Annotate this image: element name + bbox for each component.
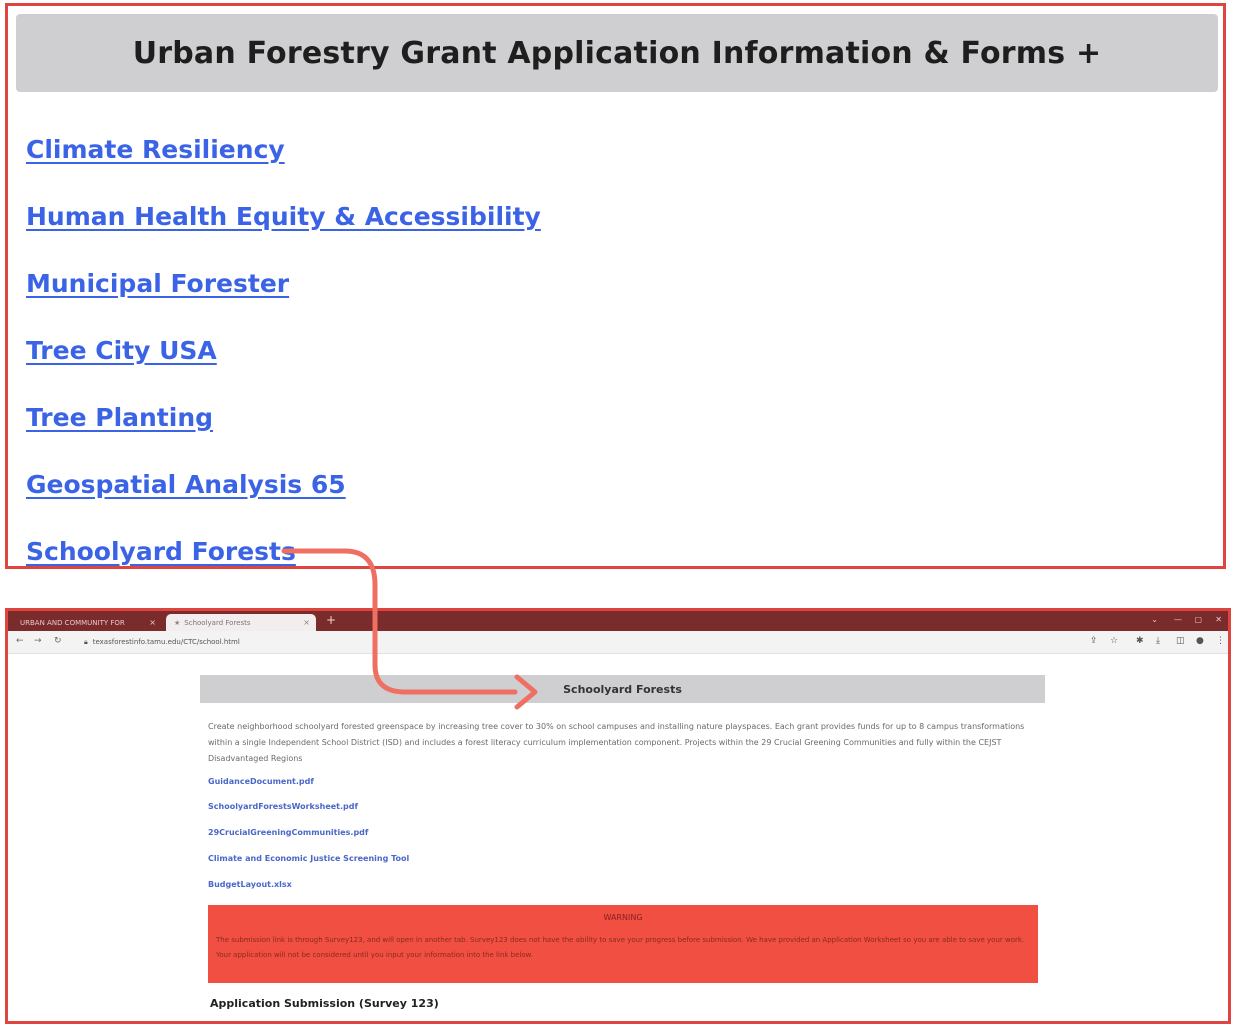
avatar[interactable]: ● <box>1196 636 1204 646</box>
url-input[interactable]: 🔒︎ texasforestinfo.tamu.edu/CTC/school.h… <box>78 634 1078 650</box>
link-municipal-forester[interactable]: Municipal Forester <box>26 269 289 298</box>
maximize-icon[interactable]: ▢ <box>1194 615 1202 624</box>
link-tree-city-usa[interactable]: Tree City USA <box>26 336 217 365</box>
page-description: Create neighborhood schoolyard forested … <box>208 722 1025 763</box>
panel-header[interactable]: Urban Forestry Grant Application Informa… <box>16 14 1218 92</box>
tab-urban-community[interactable]: URBAN AND COMMUNITY FOR × <box>12 614 162 631</box>
page-header: Schoolyard Forests <box>200 675 1045 703</box>
share-icon[interactable]: ⇪ <box>1090 636 1098 646</box>
chevron-down-icon[interactable]: ⌄ <box>1151 615 1158 624</box>
minimize-icon[interactable]: — <box>1174 615 1182 624</box>
link-schoolyard-worksheet[interactable]: SchoolyardForestsWorksheet.pdf <box>208 802 358 811</box>
browser-window: URBAN AND COMMUNITY FOR × ★ Schoolyard F… <box>5 608 1231 1024</box>
tab-label: URBAN AND COMMUNITY FOR <box>20 618 125 627</box>
close-icon[interactable]: × <box>303 618 310 627</box>
link-guidance-document[interactable]: GuidanceDocument.pdf <box>208 777 314 786</box>
link-geospatial-analysis[interactable]: Geospatial Analysis 65 <box>26 470 346 499</box>
extensions-icon[interactable]: ✱ <box>1136 636 1144 646</box>
link-cejst-tool[interactable]: Climate and Economic Justice Screening T… <box>208 854 409 863</box>
link-tree-planting[interactable]: Tree Planting <box>26 403 213 432</box>
warning-box: WARNING The submission link is through S… <box>208 905 1038 983</box>
url-text: texasforestinfo.tamu.edu/CTC/school.html <box>92 638 240 646</box>
close-window-icon[interactable]: ✕ <box>1215 615 1222 624</box>
link-climate-resiliency[interactable]: Climate Resiliency <box>26 135 285 164</box>
lock-icon: 🔒︎ <box>84 637 88 646</box>
tab-label: Schoolyard Forests <box>184 618 251 627</box>
warning-text: The submission link is through Survey123… <box>216 936 1025 959</box>
close-icon[interactable]: × <box>149 618 156 627</box>
schoolyard-title: Schoolyard Forests <box>563 682 682 696</box>
link-human-health-equity[interactable]: Human Health Equity & Accessibility <box>26 202 541 231</box>
link-schoolyard-forests[interactable]: Schoolyard Forests <box>26 537 296 566</box>
download-icon[interactable]: ⤓ <box>1156 636 1160 646</box>
warning-title: WARNING <box>603 913 643 922</box>
address-bar-row: ← → ↻ 🔒︎ texasforestinfo.tamu.edu/CTC/sc… <box>8 631 1228 654</box>
reload-icon[interactable]: ↻ <box>54 636 62 646</box>
page-title[interactable]: Urban Forestry Grant Application Informa… <box>133 36 1102 71</box>
sidepanel-icon[interactable]: ◫ <box>1176 636 1185 646</box>
tab-schoolyard-forests[interactable]: ★ Schoolyard Forests × <box>166 614 316 631</box>
new-tab-button[interactable]: + <box>326 613 336 627</box>
link-budget-layout[interactable]: BudgetLayout.xlsx <box>208 880 292 889</box>
application-submission-link[interactable]: Application Submission (Survey 123) <box>210 997 439 1010</box>
tab-bar: URBAN AND COMMUNITY FOR × ★ Schoolyard F… <box>8 611 1228 631</box>
back-icon[interactable]: ← <box>16 636 24 646</box>
link-crucial-greening[interactable]: 29CrucialGreeningCommunities.pdf <box>208 828 368 837</box>
menu-icon[interactable]: ⋮ <box>1216 636 1225 646</box>
forward-icon[interactable]: → <box>34 636 42 646</box>
bookmark-star-icon[interactable]: ☆ <box>1110 636 1118 646</box>
star-icon: ★ <box>174 618 181 627</box>
